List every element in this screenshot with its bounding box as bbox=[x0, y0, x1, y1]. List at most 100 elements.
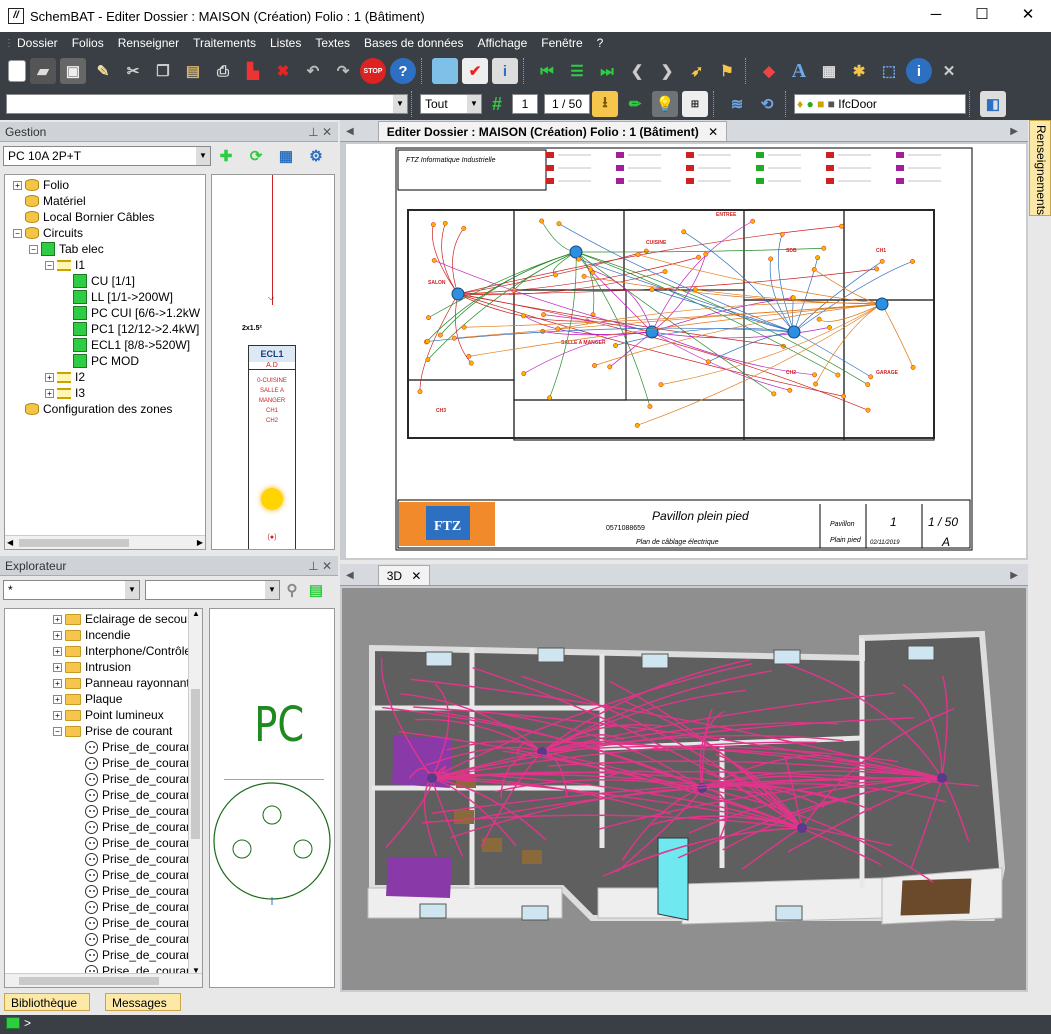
library-item[interactable]: Prise_de_couran bbox=[7, 771, 202, 787]
library-item[interactable]: Prise_de_couran bbox=[7, 867, 202, 883]
expand-icon[interactable]: + bbox=[53, 662, 62, 672]
expand-icon[interactable]: + bbox=[53, 710, 62, 720]
text-icon[interactable]: A bbox=[786, 58, 812, 84]
page-list-icon[interactable]: ☰ bbox=[564, 58, 590, 84]
menu-dossier[interactable]: Dossier bbox=[10, 36, 65, 50]
info-doc-icon[interactable]: i bbox=[492, 58, 518, 84]
library-folder[interactable]: + Plaque bbox=[7, 691, 202, 707]
expand-icon[interactable]: + bbox=[13, 180, 22, 190]
search-filter-icon[interactable]: ⚲ bbox=[282, 577, 302, 603]
menu-traitements[interactable]: Traitements bbox=[186, 36, 263, 50]
tab-scroll-left-icon[interactable]: ◀ bbox=[346, 126, 354, 137]
tree-node[interactable]: Configuration des zones bbox=[9, 401, 201, 417]
library-folder[interactable]: + Intrusion bbox=[7, 659, 202, 675]
menu-bases-de-donnees[interactable]: Bases de données bbox=[357, 36, 470, 50]
explorer-type-select[interactable]: ▼ bbox=[145, 580, 280, 600]
chevron-down-icon[interactable]: ▼ bbox=[393, 95, 407, 113]
library-item[interactable]: Prise_de_couran bbox=[7, 899, 202, 915]
menu-folios[interactable]: Folios bbox=[65, 36, 111, 50]
library-item[interactable]: Prise_de_couran bbox=[7, 947, 202, 963]
tab-editor[interactable]: Editer Dossier : MAISON (Création) Folio… bbox=[377, 121, 728, 141]
copy-icon[interactable]: ❐ bbox=[150, 58, 176, 84]
h-scrollbar[interactable]: ◀ ▶ bbox=[5, 535, 205, 549]
tree-node[interactable]: + I3 bbox=[9, 385, 201, 401]
settings-gear-icon[interactable]: ⚙ bbox=[303, 143, 329, 169]
chevron-down-icon[interactable]: ▼ bbox=[265, 581, 279, 599]
command-combo[interactable]: ▼ bbox=[6, 94, 408, 114]
download-icon[interactable]: ⭳ bbox=[592, 91, 618, 117]
menu-help[interactable]: ? bbox=[590, 36, 611, 50]
menu-textes[interactable]: Textes bbox=[308, 36, 357, 50]
numbering-icon[interactable]: ⊞ bbox=[682, 91, 708, 117]
filter-select[interactable]: Tout ▼ bbox=[420, 94, 482, 114]
menu-listes[interactable]: Listes bbox=[263, 36, 308, 50]
scroll-left-icon[interactable]: ◀ bbox=[7, 536, 13, 549]
library-item[interactable]: Prise_de_couran bbox=[7, 755, 202, 771]
tree-node[interactable]: PC1 [12/12->2.4kW] bbox=[9, 321, 201, 337]
cut-icon[interactable]: ✂ bbox=[120, 58, 146, 84]
pointer-icon[interactable]: ➶ bbox=[684, 58, 710, 84]
tree-node[interactable]: Local Bornier Câbles bbox=[9, 209, 201, 225]
expand-icon[interactable]: + bbox=[53, 646, 62, 656]
library-item[interactable]: Prise_de_couran bbox=[7, 787, 202, 803]
collapse-icon[interactable]: − bbox=[53, 726, 62, 736]
tab-scroll-right-icon[interactable]: ▶ bbox=[1010, 570, 1018, 581]
explorer-filter-select[interactable]: * ▼ bbox=[3, 580, 140, 600]
tree-node[interactable]: − Tab elec bbox=[9, 241, 201, 257]
lightbulb-icon[interactable]: 💡 bbox=[652, 91, 678, 117]
tab-close-icon[interactable]: ✕ bbox=[411, 569, 421, 583]
tree-node[interactable]: + I2 bbox=[9, 369, 201, 385]
library-folder[interactable]: − Prise de courant bbox=[7, 723, 202, 739]
open-folder-icon[interactable]: ▰ bbox=[30, 58, 56, 84]
pdf-icon[interactable]: ▙ bbox=[240, 58, 266, 84]
add-symbol-icon[interactable]: ✚ bbox=[213, 143, 239, 169]
layers-icon[interactable]: ≋ bbox=[724, 91, 750, 117]
layer-select[interactable]: ♦ ● ■ ■ IfcDoor bbox=[794, 94, 966, 114]
library-item[interactable]: Prise_de_couran bbox=[7, 931, 202, 947]
tree-node[interactable]: − Circuits bbox=[9, 225, 201, 241]
grid-icon[interactable]: # bbox=[484, 91, 510, 117]
refresh-icon[interactable]: ⟲ bbox=[754, 91, 780, 117]
panel-pin-close[interactable]: ⊥ ✕ bbox=[308, 122, 338, 141]
view3d-canvas[interactable] bbox=[342, 588, 1026, 990]
tab-3d[interactable]: 3D ✕ bbox=[377, 565, 431, 585]
delete-icon[interactable]: ✖ bbox=[270, 58, 296, 84]
library-folder[interactable]: + Interphone/Contrôle bbox=[7, 643, 202, 659]
tab-scroll-left-icon[interactable]: ◀ bbox=[346, 570, 354, 581]
expand-icon[interactable]: + bbox=[53, 614, 62, 624]
save-icon[interactable]: ▣ bbox=[60, 58, 86, 84]
paste-icon[interactable]: ▤ bbox=[180, 58, 206, 84]
grid-view-icon[interactable]: ▦ bbox=[273, 143, 299, 169]
menu-fenetre[interactable]: Fenêtre bbox=[534, 36, 589, 50]
info-icon[interactable]: i bbox=[906, 58, 932, 84]
scroll-up-icon[interactable]: ▲ bbox=[192, 609, 200, 618]
edit-icon[interactable]: ✎ bbox=[90, 58, 116, 84]
collapse-icon[interactable]: − bbox=[13, 228, 22, 238]
print-icon[interactable]: ⎙ bbox=[210, 58, 236, 84]
h-scrollbar[interactable] bbox=[5, 973, 202, 987]
scroll-thumb[interactable] bbox=[19, 539, 129, 547]
grid-select-icon[interactable]: ⬚ bbox=[876, 58, 902, 84]
tools-icon[interactable]: ✱ bbox=[846, 58, 872, 84]
first-page-icon[interactable]: ⏮ bbox=[534, 58, 560, 84]
library-item[interactable]: Prise_de_couran bbox=[7, 835, 202, 851]
close-button[interactable]: ✕ bbox=[1005, 0, 1051, 30]
library-item[interactable]: Prise_de_couran bbox=[7, 883, 202, 899]
expand-icon[interactable]: + bbox=[45, 372, 54, 382]
library-item[interactable]: Prise_de_couran bbox=[7, 851, 202, 867]
3d-cube-icon[interactable]: ◆ bbox=[756, 58, 782, 84]
expand-icon[interactable]: + bbox=[53, 694, 62, 704]
menu-affichage[interactable]: Affichage bbox=[470, 36, 534, 50]
help-icon[interactable]: ? bbox=[390, 58, 416, 84]
layout-icon[interactable]: ◧ bbox=[980, 91, 1006, 117]
table-view-icon[interactable]: ▤ bbox=[306, 577, 326, 603]
chevron-down-icon[interactable]: ▼ bbox=[196, 147, 210, 165]
stop-icon[interactable]: STOP bbox=[360, 58, 386, 84]
db-refresh-icon[interactable]: ⟳ bbox=[243, 143, 269, 169]
command-prompt[interactable]: > bbox=[24, 1016, 31, 1030]
expand-icon[interactable]: + bbox=[53, 630, 62, 640]
tree-node[interactable]: + Folio bbox=[9, 177, 201, 193]
scroll-thumb[interactable] bbox=[191, 689, 200, 839]
table-icon[interactable]: ▦ bbox=[816, 58, 842, 84]
flag-icon[interactable]: ⚑ bbox=[714, 58, 740, 84]
